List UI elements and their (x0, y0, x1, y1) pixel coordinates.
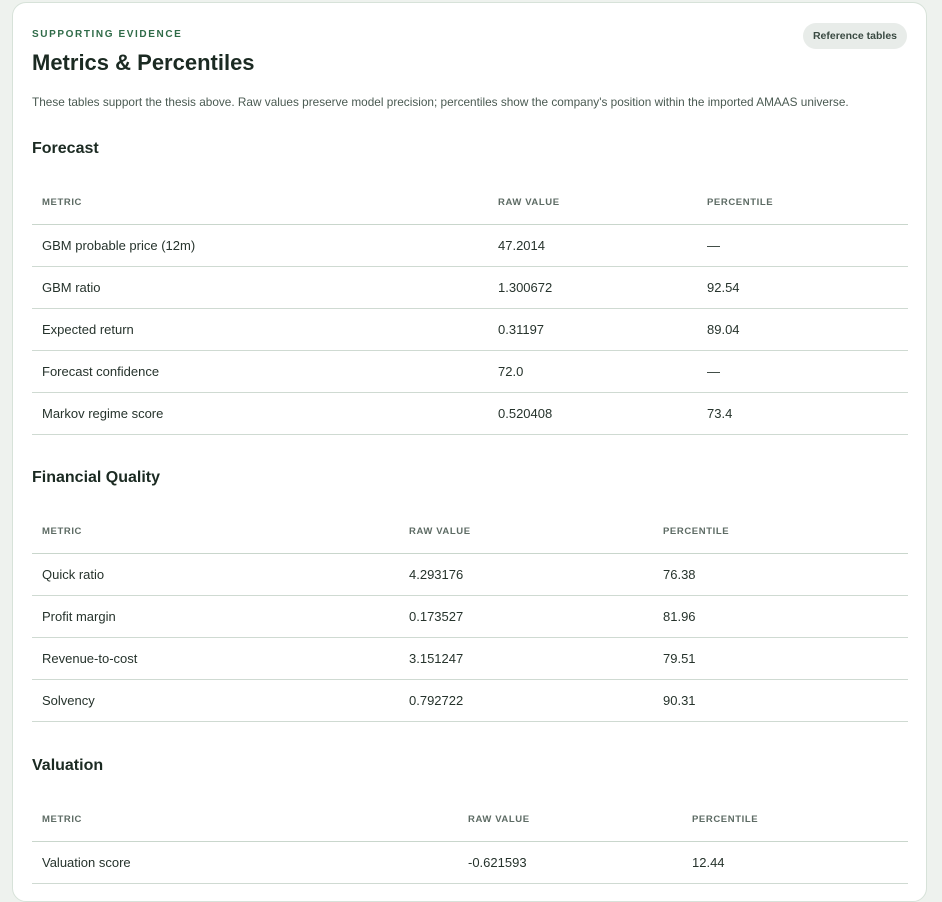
section-title: Valuation (32, 757, 104, 774)
column-header-percentile: PERCENTILE (682, 797, 908, 842)
financial-quality-section: Financial Quality METRIC RAW VALUE PERCE… (32, 467, 908, 722)
percentile-cell: 92.54 (697, 266, 908, 309)
column-header-raw-value: RAW VALUE (399, 509, 653, 554)
percentile-cell: 89.04 (697, 308, 908, 351)
percentile-cell: 12.44 (682, 841, 908, 884)
evidence-card: SUPPORTING EVIDENCE Metrics & Percentile… (12, 2, 927, 902)
metric-cell: Markov regime score (32, 392, 488, 435)
column-header-metric: METRIC (32, 180, 488, 225)
column-header-raw-value: RAW VALUE (488, 180, 697, 225)
page-title: Metrics & Percentiles (32, 50, 255, 75)
column-header-percentile: PERCENTILE (653, 509, 908, 554)
forecast-section: Forecast METRIC RAW VALUE PERCENTILE GBM… (32, 138, 908, 435)
column-header-metric: METRIC (32, 797, 458, 842)
table-row: Expected return 0.31197 89.04 (32, 308, 908, 351)
column-header-raw-value: RAW VALUE (458, 797, 682, 842)
section-title: Financial Quality (32, 469, 161, 486)
column-header-metric: METRIC (32, 509, 399, 554)
metric-cell: GBM probable price (12m) (32, 224, 488, 267)
percentile-cell: 81.96 (653, 595, 908, 638)
raw-value-cell: 0.520408 (488, 392, 697, 435)
metric-cell: Revenue-to-cost (32, 637, 399, 680)
table-row: Revenue-to-cost 3.151247 79.51 (32, 637, 908, 680)
table-header-row: METRIC RAW VALUE PERCENTILE (32, 509, 908, 554)
table-row: Quick ratio 4.293176 76.38 (32, 553, 908, 596)
metric-cell: Forecast confidence (32, 350, 488, 393)
forecast-table: METRIC RAW VALUE PERCENTILE GBM probable… (32, 180, 908, 435)
metric-cell: Solvency (32, 679, 399, 722)
table-row: GBM ratio 1.300672 92.54 (32, 266, 908, 309)
metric-cell: GBM ratio (32, 266, 488, 309)
table-row: Profit margin 0.173527 81.96 (32, 595, 908, 638)
table-row: Forecast confidence 72.0— (32, 350, 908, 393)
raw-value-cell: -0.621593 (458, 841, 682, 884)
raw-value-cell: 0.31197 (488, 308, 697, 351)
raw-value-cell: 1.300672 (488, 266, 697, 309)
raw-value-cell: 47.2014 (488, 224, 697, 267)
percentile-cell: — (697, 350, 908, 393)
metric-cell: Expected return (32, 308, 488, 351)
valuation-table: METRIC RAW VALUE PERCENTILE Valuation sc… (32, 797, 908, 884)
section-title: Forecast (32, 140, 99, 157)
raw-value-cell: 0.792722 (399, 679, 653, 722)
metric-cell: Profit margin (32, 595, 399, 638)
section-eyebrow: SUPPORTING EVIDENCE (32, 29, 183, 40)
valuation-section: Valuation METRIC RAW VALUE PERCENTILE Va… (32, 755, 908, 884)
financial-quality-table: METRIC RAW VALUE PERCENTILE Quick ratio 4… (32, 509, 908, 722)
table-row: Markov regime score 0.520408 73.4 (32, 392, 908, 435)
column-header-percentile: PERCENTILE (697, 180, 908, 225)
percentile-cell: 90.31 (653, 679, 908, 722)
table-header-row: METRIC RAW VALUE PERCENTILE (32, 180, 908, 225)
raw-value-cell: 4.293176 (399, 553, 653, 596)
table-header-row: METRIC RAW VALUE PERCENTILE (32, 797, 908, 842)
intro-text: These tables support the thesis above. R… (32, 95, 849, 109)
raw-value-cell: 3.151247 (399, 637, 653, 680)
percentile-cell: — (697, 224, 908, 267)
raw-value-cell: 72.0 (488, 350, 697, 393)
table-row: Valuation score -0.621593 12.44 (32, 841, 908, 884)
table-row: Solvency 0.792722 90.31 (32, 679, 908, 722)
percentile-cell: 76.38 (653, 553, 908, 596)
table-row: GBM probable price (12m) 47.2014— (32, 224, 908, 267)
percentile-cell: 79.51 (653, 637, 908, 680)
reference-tables-button[interactable]: Reference tables (802, 23, 907, 49)
metric-cell: Valuation score (32, 841, 458, 884)
raw-value-cell: 0.173527 (399, 595, 653, 638)
percentile-cell: 73.4 (697, 392, 908, 435)
metric-cell: Quick ratio (32, 553, 399, 596)
